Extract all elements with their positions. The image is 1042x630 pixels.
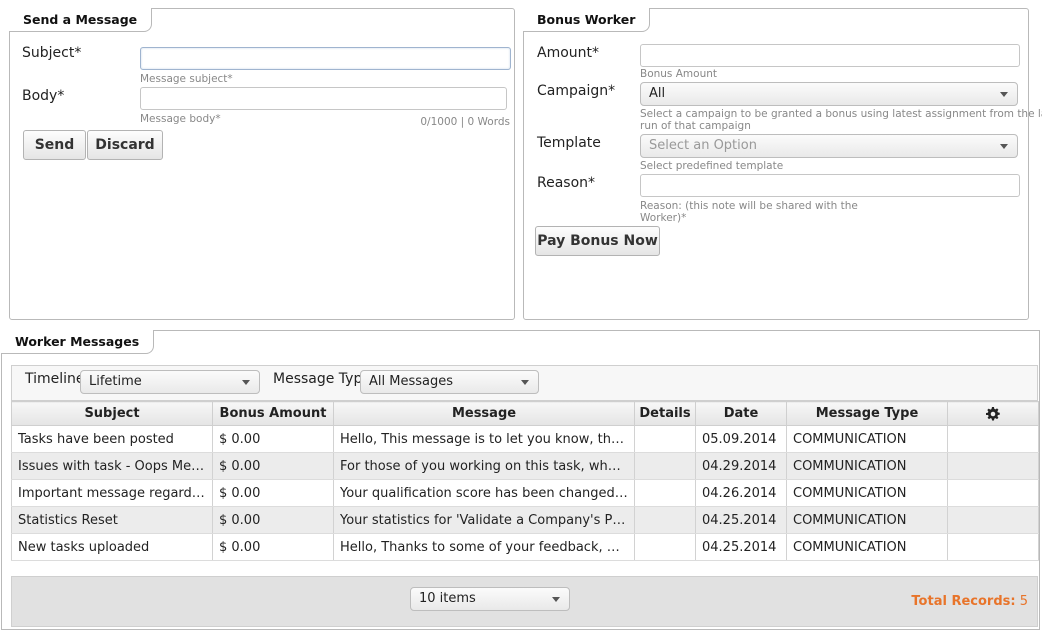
timeline-select[interactable]: Lifetime	[80, 370, 260, 394]
campaign-select-value: All	[649, 86, 666, 101]
column-header-date[interactable]: Date	[695, 401, 787, 426]
cell-message-type: COMMUNICATION	[786, 479, 948, 507]
column-header-message[interactable]: Message	[333, 401, 635, 426]
table-header-row: Subject Bonus Amount Message Details Dat…	[11, 401, 1039, 426]
campaign-select[interactable]: All	[640, 82, 1018, 106]
total-records-label: Total Records:	[911, 594, 1016, 609]
column-header-details[interactable]: Details	[634, 401, 696, 426]
reason-hint-line-1: Reason: (this note will be shared with t…	[640, 200, 858, 212]
cell-date: 04.25.2014	[695, 533, 787, 561]
reason-label: Reason*	[537, 175, 596, 191]
cell-message-type: COMMUNICATION	[786, 425, 948, 453]
cell-subject: Statistics Reset	[11, 506, 213, 534]
cell-bonus-amount: $ 0.00	[212, 425, 334, 453]
cell-subject: Tasks have been posted	[11, 425, 213, 453]
body-label: Body*	[22, 88, 65, 104]
column-header-bonus-amount[interactable]: Bonus Amount	[212, 401, 334, 426]
total-records: Total Records: 5	[900, 594, 1028, 609]
cell-message: Hello, This message is to let you know, …	[333, 425, 635, 453]
column-header-message-type[interactable]: Message Type	[786, 401, 948, 426]
cell-subject: New tasks uploaded	[11, 533, 213, 561]
cell-message: Your qualification score has been change…	[333, 479, 635, 507]
column-header-subject[interactable]: Subject	[11, 401, 213, 426]
body-hint: Message body*	[140, 113, 221, 125]
chevron-down-icon	[1000, 92, 1008, 97]
total-records-value: 5	[1019, 594, 1028, 609]
timeline-label: Timeline	[25, 371, 85, 387]
cell-message-type: COMMUNICATION	[786, 506, 948, 534]
template-select-placeholder: Select an Option	[649, 138, 757, 153]
cell-details[interactable]	[634, 452, 696, 480]
table-row[interactable]: Statistics Reset $ 0.00 Your statistics …	[11, 506, 1039, 534]
cell-date: 04.29.2014	[695, 452, 787, 480]
cell-date: 04.26.2014	[695, 479, 787, 507]
cell-message-type: COMMUNICATION	[786, 452, 948, 480]
reason-hint-line-2: Worker)*	[640, 212, 687, 224]
message-type-select[interactable]: All Messages	[360, 370, 539, 394]
page-size-select[interactable]: 10 items	[410, 587, 570, 611]
cell-message: Hello, Thanks to some of your feedback, …	[333, 533, 635, 561]
table-row[interactable]: New tasks uploaded $ 0.00 Hello, Thanks …	[11, 533, 1039, 561]
cell-message: Your statistics for 'Validate a Company'…	[333, 506, 635, 534]
amount-input[interactable]	[640, 44, 1020, 67]
cell-details[interactable]	[634, 533, 696, 561]
send-message-title: Send a Message	[9, 8, 153, 32]
table-row[interactable]: Important message regarding y… $ 0.00 Yo…	[11, 479, 1039, 507]
cell-actions	[947, 452, 1039, 480]
cell-actions	[947, 425, 1039, 453]
campaign-label: Campaign*	[537, 83, 616, 99]
chevron-down-icon	[552, 597, 560, 602]
worker-messages-title: Worker Messages	[1, 330, 155, 354]
cell-subject: Important message regarding y…	[11, 479, 213, 507]
send-button[interactable]: Send	[23, 130, 86, 160]
campaign-hint-line-1: Select a campaign to be granted a bonus …	[640, 108, 1042, 120]
chevron-down-icon	[242, 380, 250, 385]
page-size-select-value: 10 items	[419, 591, 476, 606]
subject-label: Subject*	[22, 45, 82, 61]
worker-messages-table: Subject Bonus Amount Message Details Dat…	[11, 401, 1039, 561]
amount-label: Amount*	[537, 45, 600, 61]
cell-actions	[947, 533, 1039, 561]
body-input[interactable]	[140, 87, 507, 110]
cell-bonus-amount: $ 0.00	[212, 452, 334, 480]
chevron-down-icon	[1000, 144, 1008, 149]
cell-subject: Issues with task - Oops Message	[11, 452, 213, 480]
chevron-down-icon	[521, 380, 529, 385]
cell-actions	[947, 506, 1039, 534]
word-count: 0/1000 | 0 Words	[420, 116, 510, 128]
amount-hint: Bonus Amount	[640, 68, 718, 80]
table-row[interactable]: Tasks have been posted $ 0.00 Hello, Thi…	[11, 425, 1039, 453]
cell-message-type: COMMUNICATION	[786, 533, 948, 561]
cell-date: 05.09.2014	[695, 425, 787, 453]
message-type-select-value: All Messages	[369, 374, 453, 389]
subject-hint: Message subject*	[140, 73, 233, 85]
campaign-hint-line-2: run of that campaign	[640, 120, 751, 132]
bonus-worker-title: Bonus Worker	[523, 8, 651, 32]
cell-bonus-amount: $ 0.00	[212, 479, 334, 507]
cell-details[interactable]	[634, 425, 696, 453]
pay-bonus-now-button[interactable]: Pay Bonus Now	[535, 226, 660, 256]
cell-date: 04.25.2014	[695, 506, 787, 534]
cell-details[interactable]	[634, 506, 696, 534]
cell-bonus-amount: $ 0.00	[212, 533, 334, 561]
discard-button[interactable]: Discard	[87, 130, 163, 160]
gear-icon[interactable]	[986, 406, 1000, 421]
cell-message: For those of you working on this task, w…	[333, 452, 635, 480]
table-row[interactable]: Issues with task - Oops Message $ 0.00 F…	[11, 452, 1039, 480]
subject-input[interactable]	[140, 47, 511, 70]
timeline-select-value: Lifetime	[89, 374, 142, 389]
message-type-label: Message Type	[273, 371, 371, 387]
column-settings[interactable]	[947, 401, 1039, 426]
cell-bonus-amount: $ 0.00	[212, 506, 334, 534]
cell-actions	[947, 479, 1039, 507]
template-select[interactable]: Select an Option	[640, 134, 1018, 158]
template-hint: Select predefined template	[640, 160, 784, 172]
cell-details[interactable]	[634, 479, 696, 507]
template-label: Template	[537, 135, 601, 151]
reason-input[interactable]	[640, 174, 1020, 197]
